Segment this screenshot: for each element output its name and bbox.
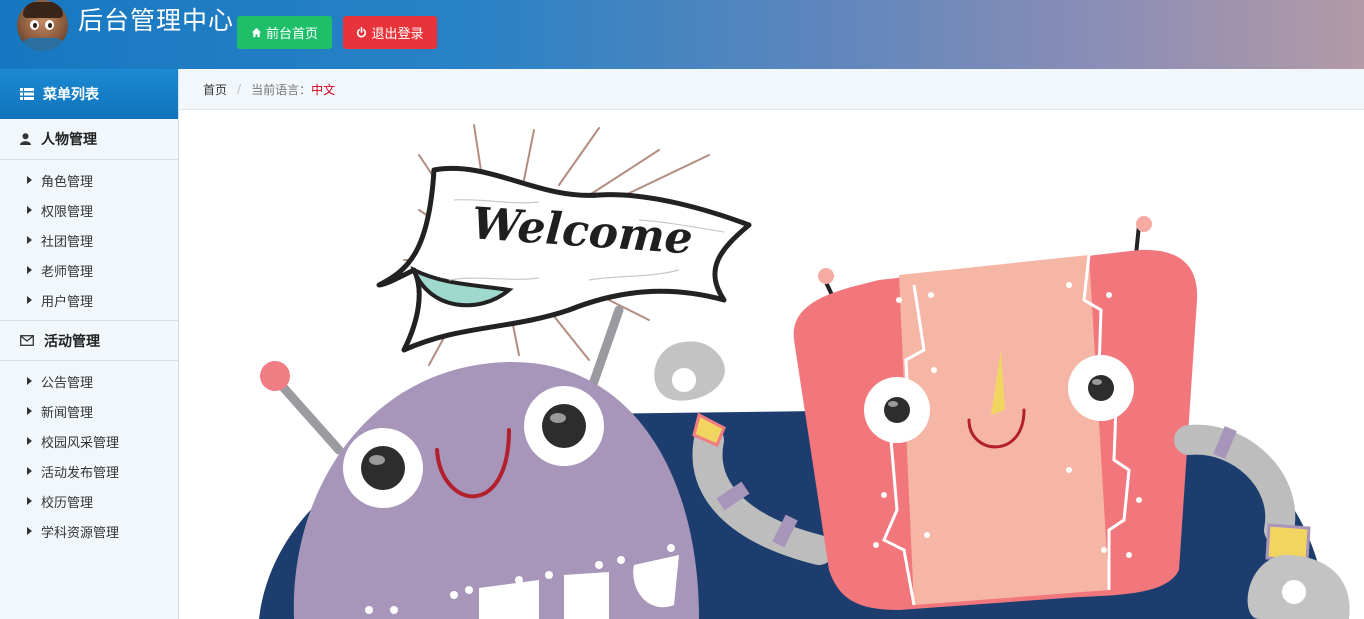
- envelope-icon: [20, 335, 34, 346]
- sidebar-item-label: 老师管理: [41, 264, 94, 280]
- sidebar-item-label: 角色管理: [41, 174, 94, 190]
- sidebar: 菜单列表 人物管理 角色管理 权限管理 社团管理 老师管理 用户管理 活动管理 …: [0, 69, 179, 619]
- sidebar-item-label: 活动发布管理: [41, 465, 120, 481]
- caret-right-icon: [27, 266, 32, 274]
- caret-right-icon: [27, 407, 32, 415]
- app-title: 后台管理中心: [78, 6, 235, 35]
- avatar: [17, 0, 68, 51]
- welcome-robots-illustration: Welcome: [259, 124, 1350, 619]
- sidebar-item-clubs[interactable]: 社团管理: [0, 225, 178, 255]
- caret-right-icon: [27, 497, 32, 505]
- caret-right-icon: [27, 437, 32, 445]
- frontend-home-label: 前台首页: [265, 26, 318, 41]
- breadcrumb-separator: /: [237, 82, 242, 96]
- sidebar-item-users[interactable]: 用户管理: [0, 285, 178, 315]
- frontend-home-button[interactable]: 前台首页: [237, 16, 332, 49]
- sidebar-item-label: 社团管理: [41, 234, 94, 250]
- logout-button[interactable]: 退出登录: [343, 16, 437, 49]
- caret-right-icon: [27, 527, 32, 535]
- top-header: 后台管理中心 前台首页 退出登录: [0, 0, 1364, 69]
- group-title-label: 活动管理: [44, 333, 100, 350]
- sidebar-item-announcements[interactable]: 公告管理: [0, 366, 178, 396]
- sidebar-item-calendar[interactable]: 校历管理: [0, 486, 178, 516]
- sidebar-item-resources[interactable]: 学科资源管理: [0, 516, 178, 546]
- caret-right-icon: [27, 467, 32, 475]
- sidebar-item-label: 权限管理: [41, 204, 94, 220]
- home-icon: [251, 27, 262, 38]
- group-activity-management[interactable]: 活动管理: [0, 320, 178, 361]
- people-management-items: 角色管理 权限管理 社团管理 老师管理 用户管理: [0, 160, 178, 320]
- group-title-label: 人物管理: [41, 132, 97, 148]
- breadcrumb: 首页 / 当前语言： 中文: [179, 69, 1364, 110]
- sidebar-item-label: 学科资源管理: [41, 525, 120, 541]
- sidebar-item-roles[interactable]: 角色管理: [0, 165, 178, 195]
- sidebar-item-label: 公告管理: [41, 375, 94, 391]
- power-icon: [357, 27, 367, 38]
- group-people-management[interactable]: 人物管理: [0, 119, 178, 160]
- language-value: 中文: [311, 82, 336, 97]
- sidebar-item-activity-publish[interactable]: 活动发布管理: [0, 456, 178, 486]
- welcome-illustration-area: Welcome: [179, 110, 1364, 619]
- caret-right-icon: [27, 296, 32, 304]
- sidebar-item-teachers[interactable]: 老师管理: [0, 255, 178, 285]
- sidebar-item-label: 用户管理: [41, 294, 94, 310]
- list-icon: [20, 88, 34, 100]
- menu-list-title: 菜单列表: [43, 87, 99, 103]
- caret-right-icon: [27, 377, 32, 385]
- sidebar-item-label: 新闻管理: [41, 405, 94, 421]
- sidebar-item-campus-gallery[interactable]: 校园风采管理: [0, 426, 178, 456]
- breadcrumb-home-link[interactable]: 首页: [203, 81, 227, 98]
- sidebar-item-permissions[interactable]: 权限管理: [0, 195, 178, 225]
- caret-right-icon: [27, 176, 32, 184]
- sidebar-item-label: 校园风采管理: [41, 435, 120, 451]
- sidebar-item-label: 校历管理: [41, 495, 94, 511]
- activity-management-items: 公告管理 新闻管理 校园风采管理 活动发布管理 校历管理 学科资源管理: [0, 361, 178, 551]
- logout-label: 退出登录: [371, 26, 424, 41]
- sidebar-item-news[interactable]: 新闻管理: [0, 396, 178, 426]
- language-label: 当前语言：: [251, 82, 312, 97]
- user-icon: [20, 133, 31, 145]
- caret-right-icon: [27, 206, 32, 214]
- welcome-banner: Welcome: [376, 165, 752, 353]
- caret-right-icon: [27, 236, 32, 244]
- menu-list-header: 菜单列表: [0, 69, 178, 119]
